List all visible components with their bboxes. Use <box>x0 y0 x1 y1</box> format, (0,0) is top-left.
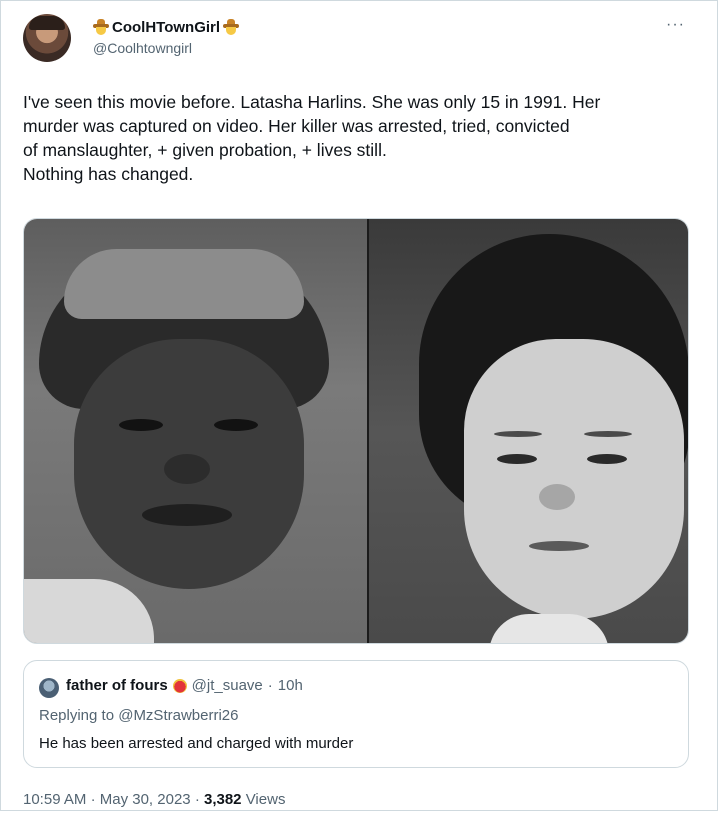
quoted-tweet[interactable]: father of fours @jt_suave · 10h Replying… <box>23 660 689 768</box>
quoted-time: 10h <box>277 677 303 694</box>
author-display-name[interactable]: CoolHTownGirl <box>112 19 220 36</box>
tweet-footer: 10:59 AM · May 30, 2023 · 3,382 Views <box>23 791 285 808</box>
quoted-separator: · <box>267 677 273 694</box>
photo-girl-portrait[interactable] <box>24 219 369 643</box>
quoted-tweet-text: He has been arrested and charged with mu… <box>39 735 354 752</box>
photo-woman-portrait[interactable] <box>368 219 688 643</box>
replying-to: Replying to @MzStrawberri26 <box>39 707 239 724</box>
quoted-author-avatar <box>39 678 59 698</box>
cowboy-hat-face-icon <box>223 19 240 35</box>
tweet-time[interactable]: 10:59 AM <box>23 791 86 808</box>
author-handle[interactable]: @Coolhtowngirl <box>93 40 192 56</box>
tweet-text: I've seen this movie before. Latasha Har… <box>23 92 601 184</box>
tweet-date[interactable]: May 30, 2023 <box>100 791 191 808</box>
author-avatar[interactable] <box>23 14 71 62</box>
tweet-media[interactable] <box>23 218 689 644</box>
quoted-author-handle: @jt_suave <box>191 677 263 694</box>
views-count: 3,382 <box>203 791 242 808</box>
views-label: Views <box>245 791 286 808</box>
author-name-row[interactable]: CoolHTownGirl <box>93 16 240 38</box>
more-options-icon[interactable]: ··· <box>666 16 685 34</box>
heart-emoji-icon <box>172 678 187 693</box>
separator: · <box>90 791 96 808</box>
separator: · <box>194 791 200 808</box>
quoted-author-name: father of fours <box>66 677 168 694</box>
cowboy-hat-face-icon <box>93 19 109 35</box>
quoted-tweet-header: father of fours @jt_suave · 10h <box>66 677 303 694</box>
